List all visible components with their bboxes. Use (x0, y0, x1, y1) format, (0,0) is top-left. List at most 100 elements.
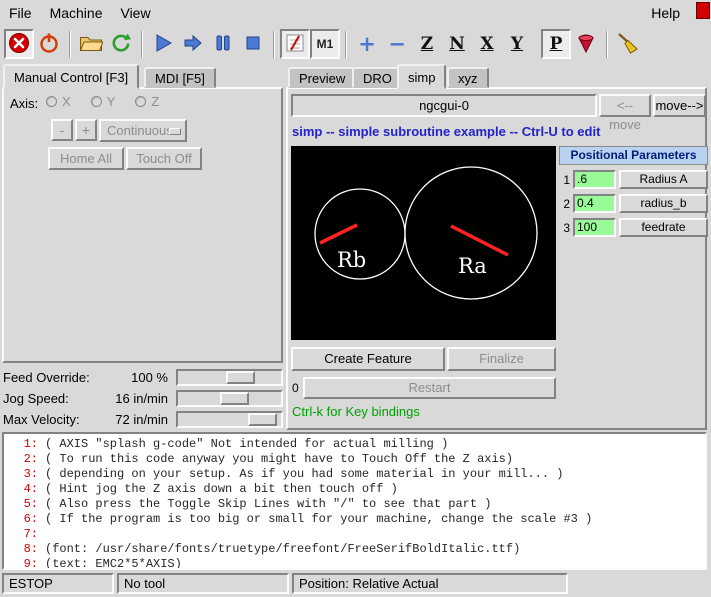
gcode-line-number: 3: (14, 467, 38, 482)
gcode-line-number: 9: (14, 557, 38, 570)
axis-radio-z[interactable]: Z (135, 94, 159, 109)
plus-icon: + (358, 33, 376, 55)
axis-window: File Machine View Help (0, 0, 711, 597)
subroutine-description: simp -- simple subroutine example -- Ctr… (292, 124, 600, 139)
gcode-listing[interactable]: 1:( AXIS "splash g-code" Not intended fo… (2, 432, 707, 570)
param-radius-a-input[interactable]: .6 (573, 170, 616, 189)
stop-button[interactable] (238, 29, 268, 59)
feed-override-slider[interactable] (176, 369, 283, 386)
letter-p-icon: P (550, 34, 563, 54)
clear-plot-button[interactable] (613, 29, 643, 59)
axis-radio-group: X Y Z (46, 94, 159, 109)
move-left-button[interactable]: <--move (599, 94, 651, 117)
param-feedrate-name: feedrate (619, 218, 708, 237)
restart-count: 0 (292, 381, 299, 395)
pause-button[interactable] (208, 29, 238, 59)
slider-handle[interactable] (226, 371, 255, 384)
statusbar: ESTOP No tool Position: Relative Actual (0, 572, 711, 596)
tab-mdi[interactable]: MDI [F5] (144, 67, 216, 88)
ngcgui-instance-entry[interactable]: ngcgui-0 (291, 94, 597, 117)
view-x-button[interactable]: X (472, 29, 502, 59)
status-position: Position: Relative Actual (292, 573, 568, 594)
run-program-button[interactable] (148, 29, 178, 59)
jog-mode-dropdown[interactable]: Continuous (99, 119, 187, 142)
view-y-button[interactable]: Y (502, 29, 532, 59)
play-icon (152, 32, 174, 57)
jog-minus-button[interactable]: - (51, 119, 73, 141)
home-all-button[interactable]: Home All (48, 147, 124, 170)
zoom-in-button[interactable]: + (352, 29, 382, 59)
feed-override-row: Feed Override: 100 % (3, 367, 283, 387)
max-velocity-slider[interactable] (176, 411, 283, 428)
zoom-out-button[interactable]: − (382, 29, 412, 59)
step-arrow-icon (182, 32, 204, 57)
optional-stop-button[interactable]: M1 (310, 29, 340, 59)
gcode-line-text: ( depending on your setup. As if you had… (45, 467, 563, 481)
tab-mdi-label: MDI [F5] (155, 71, 205, 86)
max-velocity-label: Max Velocity: (3, 412, 115, 427)
toggle-skip-lines-button[interactable] (280, 29, 310, 59)
param-number: 1 (559, 173, 570, 187)
param-feedrate-input[interactable]: 100 (573, 218, 616, 237)
jog-speed-slider[interactable] (176, 390, 283, 407)
tab-manual-control[interactable]: Manual Control [F3] (3, 64, 139, 89)
param-number: 2 (559, 197, 570, 211)
max-velocity-value: 72 in/min (115, 412, 168, 427)
reload-file-button[interactable] (106, 29, 136, 59)
machine-power-button[interactable] (34, 29, 64, 59)
gcode-line-text: ( Hint jog the Z axis down a bit then to… (45, 482, 398, 496)
create-feature-button[interactable]: Create Feature (291, 347, 445, 371)
toolbar: M1 + − Z N X Y P (0, 26, 711, 62)
jog-plus-button[interactable]: + (75, 119, 97, 141)
gcode-line-text: (font: /usr/share/fonts/truetype/freefon… (45, 542, 520, 556)
tab-preview[interactable]: Preview (288, 67, 356, 88)
toolbar-separator (273, 31, 275, 58)
param-row: 2 0.4 radius_b (559, 194, 708, 213)
restart-button[interactable]: Restart (303, 377, 556, 399)
estop-button[interactable] (4, 29, 34, 59)
menu-view[interactable]: View (111, 2, 159, 24)
status-estop: ESTOP (2, 573, 114, 594)
param-radius-b-input[interactable]: 0.4 (573, 194, 616, 213)
finalize-button[interactable]: Finalize (447, 347, 556, 371)
axis-label: Axis: (10, 96, 38, 111)
menu-help[interactable]: Help (642, 2, 689, 24)
slider-handle[interactable] (248, 413, 277, 426)
gcode-line: 3: ( depending on your setup. As if you h… (14, 467, 705, 482)
param-row: 1 .6 Radius A (559, 170, 708, 189)
axis-radio-x[interactable]: X (46, 94, 71, 109)
axis-radio-x-label: X (62, 94, 71, 109)
tab-simp[interactable]: simp (397, 64, 446, 89)
keybindings-hint: Ctrl-k for Key bindings (292, 404, 420, 419)
axis-radio-y[interactable]: Y (91, 94, 116, 109)
move-right-button[interactable]: move--> (653, 94, 706, 117)
run-step-button[interactable] (178, 29, 208, 59)
dropdown-indicator-icon (169, 128, 181, 135)
minus-icon: − (388, 33, 406, 55)
tab-simp-label: simp (408, 70, 435, 85)
optional-stop-m1-icon: M1 (317, 37, 334, 51)
large-circle (405, 167, 537, 299)
view-z-button[interactable]: Z (412, 29, 442, 59)
tab-xyz[interactable]: xyz (447, 67, 489, 88)
folder-icon (79, 33, 103, 56)
rotate-view-button[interactable] (571, 29, 601, 59)
open-file-button[interactable] (76, 29, 106, 59)
radius-a-label: Ra (458, 254, 487, 278)
tab-dro[interactable]: DRO (352, 67, 403, 88)
gcode-line-number: 4: (14, 482, 38, 497)
tab-preview-label: Preview (299, 71, 345, 86)
menu-file[interactable]: File (0, 2, 41, 24)
touch-off-button[interactable]: Touch Off (126, 147, 202, 170)
letter-x-icon: X (480, 34, 493, 54)
view-perspective-button[interactable]: P (541, 29, 571, 59)
menu-machine[interactable]: Machine (41, 2, 112, 24)
param-radius-b-name: radius_b (619, 194, 708, 213)
view-z-rotated-button[interactable]: N (442, 29, 472, 59)
subroutine-preview-canvas: Rb Ra (291, 146, 556, 340)
gcode-line: 2:( To run this code anyway you might ha… (14, 452, 705, 467)
slider-handle[interactable] (220, 392, 249, 405)
gcode-line: 8:(font: /usr/share/fonts/truetype/freef… (14, 542, 705, 557)
pause-icon (212, 32, 234, 57)
tab-xyz-label: xyz (458, 71, 478, 86)
